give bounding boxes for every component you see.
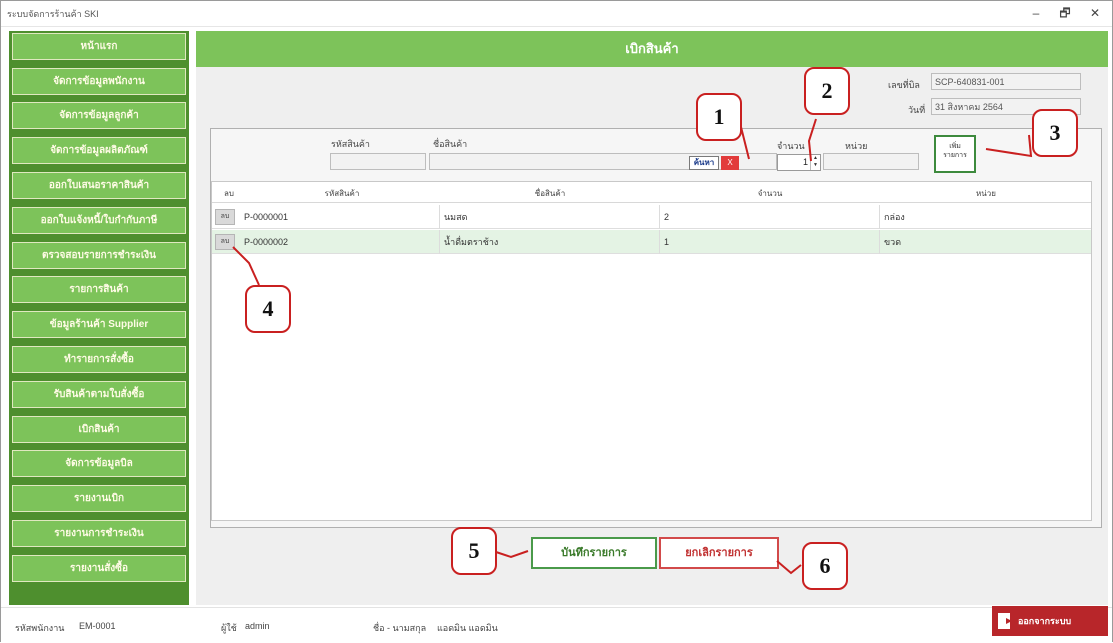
col-header-name: ชื่อสินค้า	[534, 189, 566, 198]
cancel-button[interactable]: ยกเลิกรายการ	[659, 537, 779, 569]
quantity-value: 1	[802, 157, 808, 167]
title-bar: ระบบจัดการร้านค้า SKI – 🗗 ✕	[1, 1, 1112, 27]
quantity-stepper[interactable]: 1 ▲ ▼	[777, 154, 821, 171]
doc-no-field: SCP-640831-001	[931, 73, 1081, 90]
main-content: เบิกสินค้า เลขที่บิล SCP-640831-001 วันท…	[196, 31, 1108, 605]
clear-icon[interactable]: X	[721, 156, 739, 170]
product-code-input[interactable]	[330, 153, 426, 170]
search-button[interactable]: ค้นหา	[689, 156, 719, 170]
menu-item-withdraw-report[interactable]: รายงานเบิก	[12, 485, 186, 512]
menu-item-receive-goods[interactable]: รับสินค้าตามใบสั่งซื้อ	[12, 381, 186, 408]
logout-label: ออกจากระบบ	[1018, 616, 1072, 626]
cell-code: P-0000002	[240, 230, 440, 254]
sidebar-menu: หน้าแรก จัดการข้อมูลพนักงาน จัดการข้อมูล…	[9, 31, 189, 605]
quantity-label: จำนวน	[777, 141, 805, 151]
menu-item-employees[interactable]: จัดการข้อมูลพนักงาน	[12, 68, 186, 95]
menu-item-products[interactable]: จัดการข้อมูลผลิตภัณฑ์	[12, 137, 186, 164]
fullname-label: ชื่อ - นามสกุล	[373, 623, 427, 633]
menu-item-payment-check[interactable]: ตรวจสอบรายการชำระเงิน	[12, 242, 186, 269]
col-header-unit: หน่วย	[976, 189, 996, 198]
callout-3: 3	[1032, 109, 1078, 157]
product-name-label: ชื่อสินค้า	[433, 139, 468, 149]
menu-item-purchase-order[interactable]: ทำรายการสั่งซื้อ	[12, 346, 186, 373]
user-value: admin	[245, 621, 270, 631]
unit-field	[823, 153, 919, 170]
employee-value: EM-0001	[79, 621, 116, 631]
window-title: ระบบจัดการร้านค้า SKI	[7, 9, 99, 19]
close-icon[interactable]: ✕	[1081, 3, 1109, 23]
callout-5: 5	[451, 527, 497, 575]
cell-qty: 2	[660, 205, 880, 229]
page-title: เบิกสินค้า	[196, 31, 1108, 67]
menu-item-bills[interactable]: จัดการข้อมูลบิล	[12, 450, 186, 477]
menu-item-product-list[interactable]: รายการสินค้า	[12, 276, 186, 303]
table-header: ลบ รหัสสินค้า ชื่อสินค้า จำนวน หน่วย	[212, 182, 1091, 203]
menu-item-payment-report[interactable]: รายงานการชำระเงิน	[12, 520, 186, 547]
app-window: ระบบจัดการร้านค้า SKI – 🗗 ✕ หน้าแรก จัดก…	[0, 0, 1113, 642]
cell-code: P-0000001	[240, 205, 440, 229]
callout-1: 1	[696, 93, 742, 141]
callout-2: 2	[804, 67, 850, 115]
col-header-delete: ลบ	[224, 189, 234, 198]
delete-row-button[interactable]: ลบ	[215, 234, 235, 250]
maximize-icon[interactable]: 🗗	[1051, 3, 1079, 23]
menu-item-home[interactable]: หน้าแรก	[12, 33, 186, 60]
status-bar: รหัสพนักงาน EM-0001 ผู้ใช้ admin ชื่อ - …	[1, 607, 1112, 642]
callout-6: 6	[802, 542, 848, 590]
add-item-label-1: เพิ่ม	[949, 143, 961, 150]
delete-row-button[interactable]: ลบ	[215, 209, 235, 225]
save-button[interactable]: บันทึกรายการ	[531, 537, 657, 569]
add-item-label-2: รายการ	[943, 152, 967, 159]
fullname-value: แอดมิน แอดมิน	[437, 623, 498, 633]
user-label: ผู้ใช้	[221, 623, 237, 633]
items-table: ลบ รหัสสินค้า ชื่อสินค้า จำนวน หน่วย ลบ …	[211, 181, 1092, 521]
add-item-button[interactable]: เพิ่ม รายการ	[934, 135, 976, 173]
menu-item-quotation[interactable]: ออกใบเสนอราคาสินค้า	[12, 172, 186, 199]
cell-name: น้ำดื่มตราช้าง	[440, 230, 660, 254]
menu-item-withdraw[interactable]: เบิกสินค้า	[12, 416, 186, 443]
cell-name: นมสด	[440, 205, 660, 229]
table-row-selected[interactable]: ลบ P-0000002 น้ำดื่มตราช้าง 1 ขวด	[212, 230, 1091, 254]
callout-4: 4	[245, 285, 291, 333]
logout-button[interactable]: ออกจากระบบ	[992, 606, 1108, 636]
date-label: วันที่	[908, 105, 926, 115]
employee-label: รหัสพนักงาน	[15, 623, 65, 633]
menu-item-invoice[interactable]: ออกใบแจ้งหนี้/ใบกำกับภาษี	[12, 207, 186, 234]
minimize-icon[interactable]: –	[1022, 3, 1050, 23]
menu-item-supplier[interactable]: ข้อมูลร้านค้า Supplier	[12, 311, 186, 338]
unit-label: หน่วย	[845, 141, 868, 151]
menu-item-customers[interactable]: จัดการข้อมูลลูกค้า	[12, 102, 186, 129]
doc-no-label: เลขที่บิล	[888, 80, 920, 90]
logout-icon	[998, 613, 1012, 629]
product-code-label: รหัสสินค้า	[331, 139, 370, 149]
menu-item-purchase-report[interactable]: รายงานสั่งซื้อ	[12, 555, 186, 582]
cell-qty: 1	[660, 230, 880, 254]
cell-unit: ขวด	[884, 237, 902, 247]
table-row[interactable]: ลบ P-0000001 นมสด 2 กล่อง	[212, 205, 1091, 229]
col-header-code: รหัสสินค้า	[324, 189, 360, 198]
cell-unit: กล่อง	[884, 212, 905, 222]
stepper-arrows-icon[interactable]: ▲ ▼	[810, 155, 820, 170]
col-header-qty: จำนวน	[757, 189, 783, 198]
